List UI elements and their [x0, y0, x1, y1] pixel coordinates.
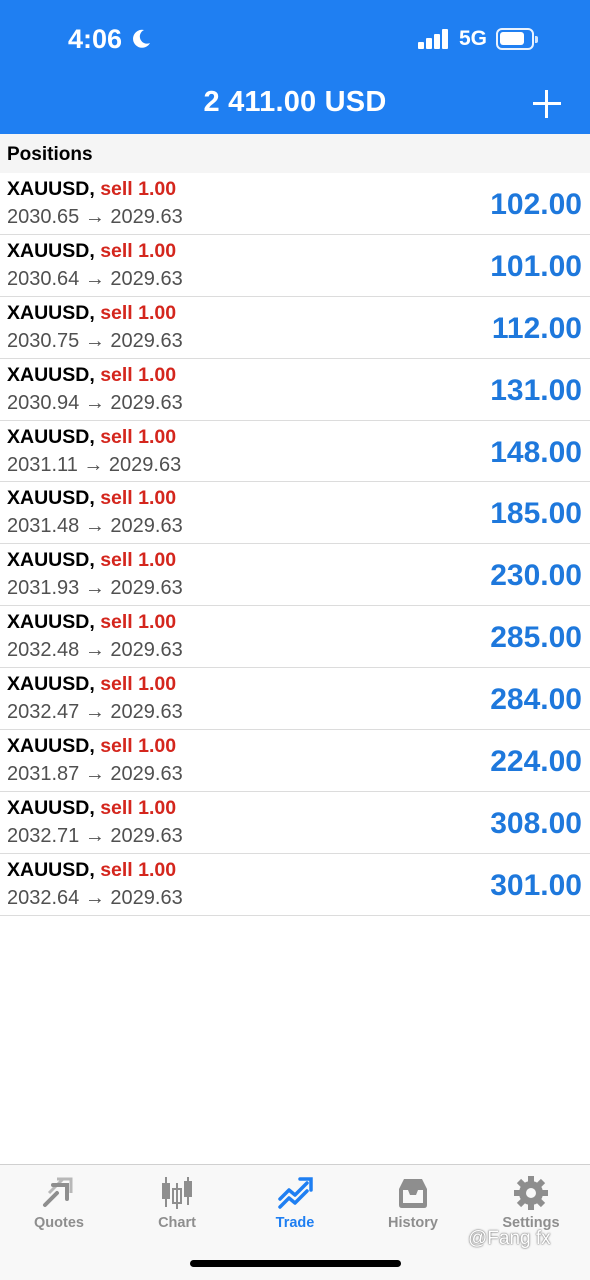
position-symbol: XAUUSD,: [7, 673, 95, 696]
position-row[interactable]: XAUUSD, sell 1.00 2032.48 → 2029.63 285.00: [0, 606, 590, 669]
position-row[interactable]: XAUUSD, sell 1.00 2031.48 → 2029.63 185.00: [0, 482, 590, 545]
gear-icon: [514, 1176, 548, 1210]
position-profit: 308.00: [490, 806, 582, 840]
position-profit: 230.00: [490, 559, 582, 593]
position-symbol: XAUUSD,: [7, 301, 95, 324]
position-prices: 2031.93 → 2029.63: [7, 577, 183, 600]
position-profit: 285.00: [490, 621, 582, 655]
position-row[interactable]: XAUUSD, sell 1.00 2032.47 → 2029.63 284.00: [0, 668, 590, 731]
position-title: XAUUSD, sell 1.00: [7, 797, 176, 820]
position-profit: 301.00: [490, 868, 582, 902]
tab-quotes[interactable]: Quotes: [0, 1165, 118, 1245]
watermark: @Fang fx: [468, 1228, 551, 1249]
position-prices: 2032.48 → 2029.63: [7, 639, 183, 662]
position-symbol: XAUUSD,: [7, 796, 95, 819]
signal-icon: [418, 29, 450, 49]
history-icon: [399, 1179, 427, 1208]
position-side: sell 1.00: [100, 858, 177, 881]
position-title: XAUUSD, sell 1.00: [7, 240, 176, 263]
position-row[interactable]: XAUUSD, sell 1.00 2030.65 → 2029.63 102.00: [0, 173, 590, 235]
position-symbol: XAUUSD,: [7, 178, 95, 200]
position-row[interactable]: XAUUSD, sell 1.00 2031.87 → 2029.63 224.00: [0, 730, 590, 792]
position-row[interactable]: XAUUSD, sell 1.00 2031.11 → 2029.63 148.00: [0, 421, 590, 483]
position-prices: 2030.64 → 2029.63: [7, 267, 183, 290]
position-prices: 2032.47 → 2029.63: [7, 701, 183, 724]
position-prices: 2030.75 → 2029.63: [7, 329, 183, 352]
position-row[interactable]: XAUUSD, sell 1.00 2031.93 → 2029.63 230.00: [0, 544, 590, 607]
position-symbol: XAUUSD,: [7, 549, 95, 572]
position-title: XAUUSD, sell 1.00: [7, 487, 176, 510]
position-side: sell 1.00: [100, 425, 177, 448]
add-order-button[interactable]: [533, 90, 561, 118]
position-prices: 2031.11 → 2029.63: [7, 453, 182, 476]
position-prices: 2032.71 → 2029.63: [7, 824, 183, 847]
position-side: sell 1.00: [100, 549, 177, 572]
tab-chart[interactable]: Chart: [118, 1165, 236, 1245]
tab-trade[interactable]: Trade: [236, 1165, 354, 1245]
network-label: 5G: [459, 27, 488, 50]
position-profit: 102.00: [490, 188, 582, 221]
tab-label-history: History: [388, 1215, 438, 1231]
tab-label-quotes: Quotes: [34, 1215, 84, 1231]
position-title: XAUUSD, sell 1.00: [7, 178, 176, 201]
position-row[interactable]: XAUUSD, sell 1.00 2030.75 → 2029.63 112.00: [0, 297, 590, 359]
top-header: 4:06 5G 2 411.00 USD: [0, 0, 590, 134]
quotes-icon: [43, 1177, 73, 1207]
position-side: sell 1.00: [100, 301, 177, 324]
position-title: XAUUSD, sell 1.00: [7, 673, 176, 696]
position-title: XAUUSD, sell 1.00: [7, 859, 176, 882]
position-symbol: XAUUSD,: [7, 858, 95, 881]
position-side: sell 1.00: [100, 363, 177, 386]
position-profit: 131.00: [490, 373, 582, 407]
position-profit: 112.00: [491, 311, 582, 345]
position-prices: 2030.94 → 2029.63: [7, 391, 183, 414]
positions-list: XAUUSD, sell 1.00 2030.65 → 2029.63 102.00…: [0, 173, 590, 916]
position-row[interactable]: XAUUSD, sell 1.00 2030.64 → 2029.63 101.00: [0, 235, 590, 297]
position-title: XAUUSD, sell 1.00: [7, 426, 176, 449]
position-row[interactable]: XAUUSD, sell 1.00 2030.94 → 2029.63 131.00: [0, 359, 590, 421]
position-profit: 224.00: [490, 745, 582, 779]
position-side: sell 1.00: [100, 487, 177, 510]
tab-label-chart: Chart: [158, 1215, 196, 1231]
position-symbol: XAUUSD,: [7, 735, 95, 758]
position-symbol: XAUUSD,: [7, 239, 95, 262]
position-side: sell 1.00: [100, 239, 177, 262]
home-indicator[interactable]: [190, 1260, 401, 1267]
tab-history[interactable]: History: [354, 1165, 472, 1245]
position-profit: 148.00: [490, 435, 582, 469]
position-side: sell 1.00: [100, 673, 177, 696]
position-side: sell 1.00: [100, 611, 177, 634]
position-title: XAUUSD, sell 1.00: [7, 549, 176, 572]
position-side: sell 1.00: [100, 178, 177, 200]
positions-header: Positions: [0, 134, 590, 173]
chart-icon: [162, 1177, 192, 1209]
position-row[interactable]: XAUUSD, sell 1.00 2032.64 → 2029.63 301.00: [0, 854, 590, 916]
battery-icon: [496, 28, 538, 50]
trade-icon: [278, 1177, 313, 1209]
position-side: sell 1.00: [100, 735, 177, 758]
position-prices: 2031.87 → 2029.63: [7, 763, 183, 786]
position-title: XAUUSD, sell 1.00: [7, 302, 176, 325]
position-symbol: XAUUSD,: [7, 425, 95, 448]
status-time: 4:06: [68, 24, 123, 54]
position-prices: 2031.48 → 2029.63: [7, 515, 183, 538]
position-row[interactable]: XAUUSD, sell 1.00 2032.71 → 2029.63 308.00: [0, 792, 590, 854]
position-profit: 284.00: [490, 683, 582, 717]
position-title: XAUUSD, sell 1.00: [7, 735, 176, 758]
position-symbol: XAUUSD,: [7, 611, 95, 634]
position-symbol: XAUUSD,: [7, 363, 95, 386]
position-side: sell 1.00: [100, 796, 177, 819]
moon-icon: [133, 29, 150, 48]
position-prices: 2032.64 → 2029.63: [7, 886, 183, 909]
position-title: XAUUSD, sell 1.00: [7, 611, 176, 634]
tab-label-trade: Trade: [275, 1215, 315, 1231]
account-balance: 2 411.00 USD: [203, 86, 387, 118]
position-profit: 101.00: [490, 249, 582, 283]
position-prices: 2030.65 → 2029.63: [7, 206, 183, 228]
position-title: XAUUSD, sell 1.00: [7, 364, 176, 387]
position-symbol: XAUUSD,: [7, 487, 95, 510]
position-profit: 185.00: [490, 497, 582, 531]
